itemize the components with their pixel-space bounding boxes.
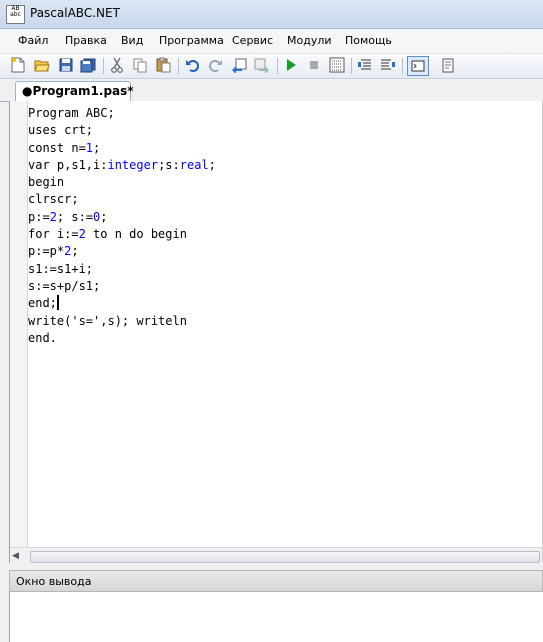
toolbar-separator [402, 58, 403, 74]
debug-icon[interactable] [329, 57, 345, 73]
code-line: s:=s+p/s1; [28, 278, 101, 293]
output-window-body[interactable] [9, 592, 543, 642]
tab-strip: ●Program1.pas* [0, 79, 543, 102]
code-line: write('s=',s); writeln [28, 313, 187, 328]
step-forward-icon[interactable] [254, 57, 270, 73]
uncomment-icon[interactable] [380, 57, 396, 73]
cut-icon[interactable] [109, 57, 125, 73]
code-editor[interactable]: Program ABC; uses crt; const n=1; var p,s1,… [9, 101, 543, 564]
code-line: clrscr; [28, 192, 79, 207]
output-window-header: Окно вывода [9, 570, 543, 592]
code-line: for i:=2 to n do begin [28, 227, 187, 242]
tab-program1[interactable]: ●Program1.pas* [15, 81, 134, 101]
run-icon[interactable] [283, 57, 299, 73]
code-line: s1:=s1+i; [28, 261, 94, 276]
toolbar-separator [351, 58, 352, 74]
step-back-icon[interactable] [231, 57, 247, 73]
code-line: p:=p*2; [28, 244, 79, 259]
toolbar-separator [277, 58, 278, 74]
code-line: end. [28, 330, 57, 345]
menu-bar: Файл Правка Вид Программа Сервис Модули … [0, 29, 543, 54]
pascalabc-app-icon[interactable]: AB abc [6, 5, 25, 24]
scroll-left-arrow-icon[interactable]: ◀ [12, 551, 19, 561]
save-icon[interactable] [58, 57, 74, 73]
toolbar [0, 54, 543, 79]
compile-icon[interactable] [440, 57, 456, 73]
menu-modules[interactable]: Модули [287, 34, 332, 47]
toolbar-separator [178, 58, 179, 74]
output-window-icon[interactable] [407, 56, 429, 76]
window-title: PascalABC.NET [30, 6, 120, 20]
menu-edit[interactable]: Правка [65, 34, 107, 47]
menu-file[interactable]: Файл [18, 34, 48, 47]
editor-gutter [10, 101, 28, 547]
code-line: uses crt; [28, 123, 94, 138]
menu-help[interactable]: Помощь [345, 34, 392, 47]
code-line: const n=1; [28, 140, 101, 155]
code-text[interactable]: Program ABC; uses crt; const n=1; var p,s1,… [28, 105, 216, 347]
new-file-icon[interactable] [10, 57, 26, 73]
scrollbar-thumb[interactable] [30, 551, 540, 563]
redo-icon[interactable] [207, 57, 223, 73]
comment-icon[interactable] [357, 57, 373, 73]
code-line: Program ABC; [28, 106, 115, 120]
code-line: p:=2; s:=0; [28, 209, 108, 224]
toolbar-separator [103, 58, 104, 74]
undo-icon[interactable] [184, 57, 200, 73]
open-folder-icon[interactable] [34, 57, 50, 73]
code-line: end; [28, 295, 59, 311]
code-line: var p,s1,i:integer;s:real; [28, 157, 216, 172]
menu-service[interactable]: Сервис [232, 34, 273, 47]
text-caret [56, 295, 59, 311]
copy-icon[interactable] [132, 57, 148, 73]
stop-icon[interactable] [306, 57, 322, 73]
menu-program[interactable]: Программа [159, 34, 224, 47]
paste-icon[interactable] [155, 57, 171, 73]
title-bar: AB abc PascalABC.NET [0, 0, 543, 29]
code-line: begin [28, 175, 65, 190]
menu-view[interactable]: Вид [121, 34, 143, 47]
output-window-title: Окно вывода [16, 575, 92, 588]
save-all-icon[interactable] [80, 57, 96, 73]
horizontal-scrollbar[interactable]: ◀ [10, 547, 542, 564]
